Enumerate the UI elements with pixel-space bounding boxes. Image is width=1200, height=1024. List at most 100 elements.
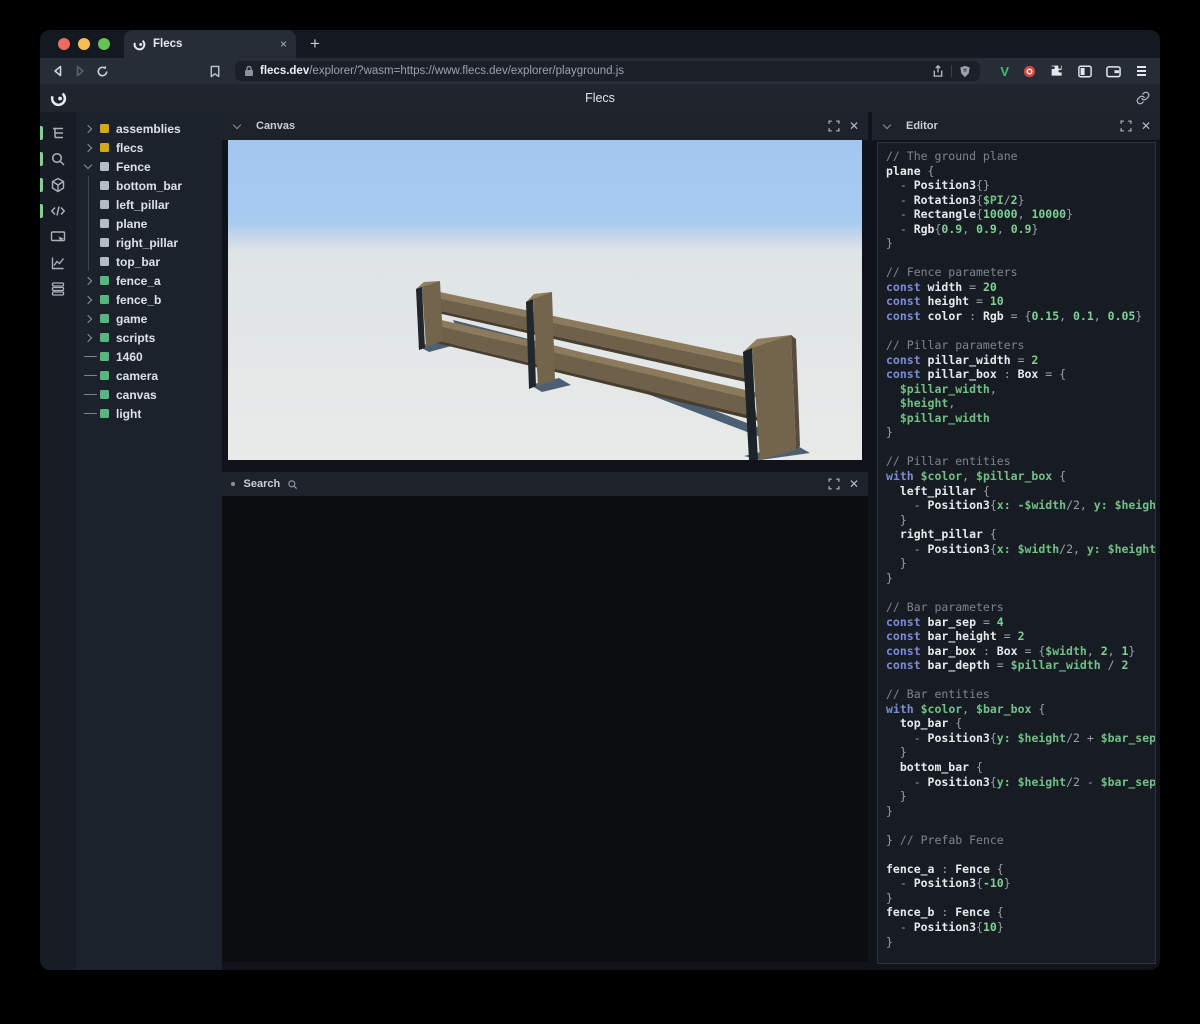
menu-icon[interactable] xyxy=(1135,65,1148,77)
dash-icon xyxy=(84,393,97,396)
code-line: - Position3{10} xyxy=(886,919,1004,934)
tree-item-label: game xyxy=(116,311,148,326)
forward-button[interactable] xyxy=(74,65,86,77)
code-line: } // Prefab Fence xyxy=(886,832,1004,847)
code-line: } xyxy=(886,890,893,905)
panel-dot-icon[interactable] xyxy=(231,482,235,486)
zoom-window-button[interactable] xyxy=(98,38,110,50)
tree-item-fence_b[interactable]: fence_b xyxy=(76,290,222,309)
tree-item-label: assemblies xyxy=(116,121,181,136)
wallet-icon[interactable] xyxy=(1106,65,1121,78)
tab-close-icon[interactable]: × xyxy=(280,37,287,51)
new-tab-button[interactable]: + xyxy=(310,34,320,54)
chevron-right-icon[interactable] xyxy=(83,333,93,342)
tree-item-label: bottom_bar xyxy=(116,178,182,193)
code-icon[interactable] xyxy=(40,198,76,224)
reload-button[interactable] xyxy=(96,65,109,78)
tree-item-top_bar[interactable]: top_bar xyxy=(76,252,222,271)
search-icon[interactable] xyxy=(40,146,76,172)
tree-item-game[interactable]: game xyxy=(76,309,222,328)
url-bar[interactable]: flecs.dev/explorer/?wasm=https://www.fle… xyxy=(235,61,981,81)
code-line: } xyxy=(886,512,907,527)
chevron-down-icon[interactable] xyxy=(232,120,242,129)
code-line: const pillar_width = 2 xyxy=(886,352,1039,367)
screen-share-icon[interactable] xyxy=(40,224,76,250)
chevron-right-icon[interactable] xyxy=(83,143,93,152)
code-line: const color : Rgb = {0.15, 0.1, 0.05} xyxy=(886,309,1143,324)
tree-item-assemblies[interactable]: assemblies xyxy=(76,119,222,138)
tree-item-canvas[interactable]: canvas xyxy=(76,385,222,404)
editor-panel-header: Editor ✕ xyxy=(872,112,1160,140)
tree-item-1460[interactable]: 1460 xyxy=(76,347,222,366)
extension-red-icon[interactable] xyxy=(1023,65,1036,78)
close-panel-icon[interactable]: ✕ xyxy=(849,478,859,490)
tree-item-label: 1460 xyxy=(116,349,143,364)
extensions-puzzle-icon[interactable] xyxy=(1050,64,1064,78)
back-button[interactable] xyxy=(52,65,64,77)
close-panel-icon[interactable]: ✕ xyxy=(849,120,859,132)
page-title: Flecs xyxy=(585,91,615,105)
code-line: - Rotation3{$PI/2} xyxy=(886,192,1025,207)
code-line: - Rgb{0.9, 0.9, 0.9} xyxy=(886,221,1039,236)
chevron-right-icon[interactable] xyxy=(83,124,93,133)
code-line: // Pillar parameters xyxy=(886,338,1025,353)
reload-icon xyxy=(97,65,108,76)
tree-item-right_pillar[interactable]: right_pillar xyxy=(76,233,222,252)
back-icon xyxy=(54,65,62,77)
code-line: $pillar_width xyxy=(886,410,990,425)
tree-item-Fence[interactable]: Fence xyxy=(76,157,222,176)
magnifier-icon xyxy=(288,479,298,489)
chevron-right-icon[interactable] xyxy=(83,276,93,285)
code-line: right_pillar { xyxy=(886,527,997,542)
code-line: - Position3{-10} xyxy=(886,876,1011,891)
tree-item-label: scripts xyxy=(116,330,156,345)
tree-item-light[interactable]: light xyxy=(76,404,222,423)
sidebar-toggle-icon[interactable] xyxy=(1078,65,1092,78)
url-text: flecs.dev/explorer/?wasm=https://www.fle… xyxy=(260,65,624,77)
canvas-3d-viewport[interactable] xyxy=(228,140,862,460)
chevron-down-icon[interactable] xyxy=(83,160,93,170)
browser-tab[interactable]: Flecs × xyxy=(124,30,296,58)
tree-item-camera[interactable]: camera xyxy=(76,366,222,385)
tree-item-label: Fence xyxy=(116,159,151,174)
close-window-button[interactable] xyxy=(58,38,70,50)
tree-item-bottom_bar[interactable]: bottom_bar xyxy=(76,176,222,195)
tree-item-plane[interactable]: plane xyxy=(76,214,222,233)
bookmark-button[interactable] xyxy=(209,65,221,78)
fullscreen-icon[interactable] xyxy=(828,120,840,132)
rows-icon[interactable] xyxy=(40,276,76,302)
chevron-right-icon[interactable] xyxy=(83,314,93,323)
tree-item-label: fence_a xyxy=(116,273,161,288)
lock-icon xyxy=(245,65,253,76)
fullscreen-icon[interactable] xyxy=(1120,120,1132,132)
tree-item-label: canvas xyxy=(116,387,157,402)
minimize-window-button[interactable] xyxy=(78,38,90,50)
code-editor[interactable]: // The ground plane plane { - Position3{}… xyxy=(877,142,1156,964)
tree-item-label: flecs xyxy=(116,140,144,155)
entity-square-icon xyxy=(100,124,109,133)
cube-icon[interactable] xyxy=(40,172,76,198)
entity-square-icon xyxy=(100,295,109,304)
tree-item-flecs[interactable]: flecs xyxy=(76,138,222,157)
tree-view-icon[interactable] xyxy=(40,120,76,146)
chevron-down-icon[interactable] xyxy=(882,120,892,129)
extension-v-icon[interactable]: V xyxy=(1000,64,1009,79)
entity-square-icon xyxy=(100,276,109,285)
tree-item-scripts[interactable]: scripts xyxy=(76,328,222,347)
browser-toolbar: flecs.dev/explorer/?wasm=https://www.fle… xyxy=(40,58,1160,84)
close-panel-icon[interactable]: ✕ xyxy=(1141,120,1151,132)
brave-shield-icon[interactable] xyxy=(959,65,971,78)
code-line: } xyxy=(886,570,893,585)
entity-tree: assemblies flecs Fence bottom_bar left_pilla… xyxy=(76,112,222,970)
tree-item-left_pillar[interactable]: left_pillar xyxy=(76,195,222,214)
tree-item-label: left_pillar xyxy=(116,197,170,212)
tree-item-label: right_pillar xyxy=(116,235,179,250)
chart-icon[interactable] xyxy=(40,250,76,276)
tree-item-label: top_bar xyxy=(116,254,161,269)
share-icon[interactable] xyxy=(932,64,944,78)
tree-item-fence_a[interactable]: fence_a xyxy=(76,271,222,290)
bookmark-icon xyxy=(210,65,220,77)
fullscreen-icon[interactable] xyxy=(828,478,840,490)
chevron-right-icon[interactable] xyxy=(83,295,93,304)
